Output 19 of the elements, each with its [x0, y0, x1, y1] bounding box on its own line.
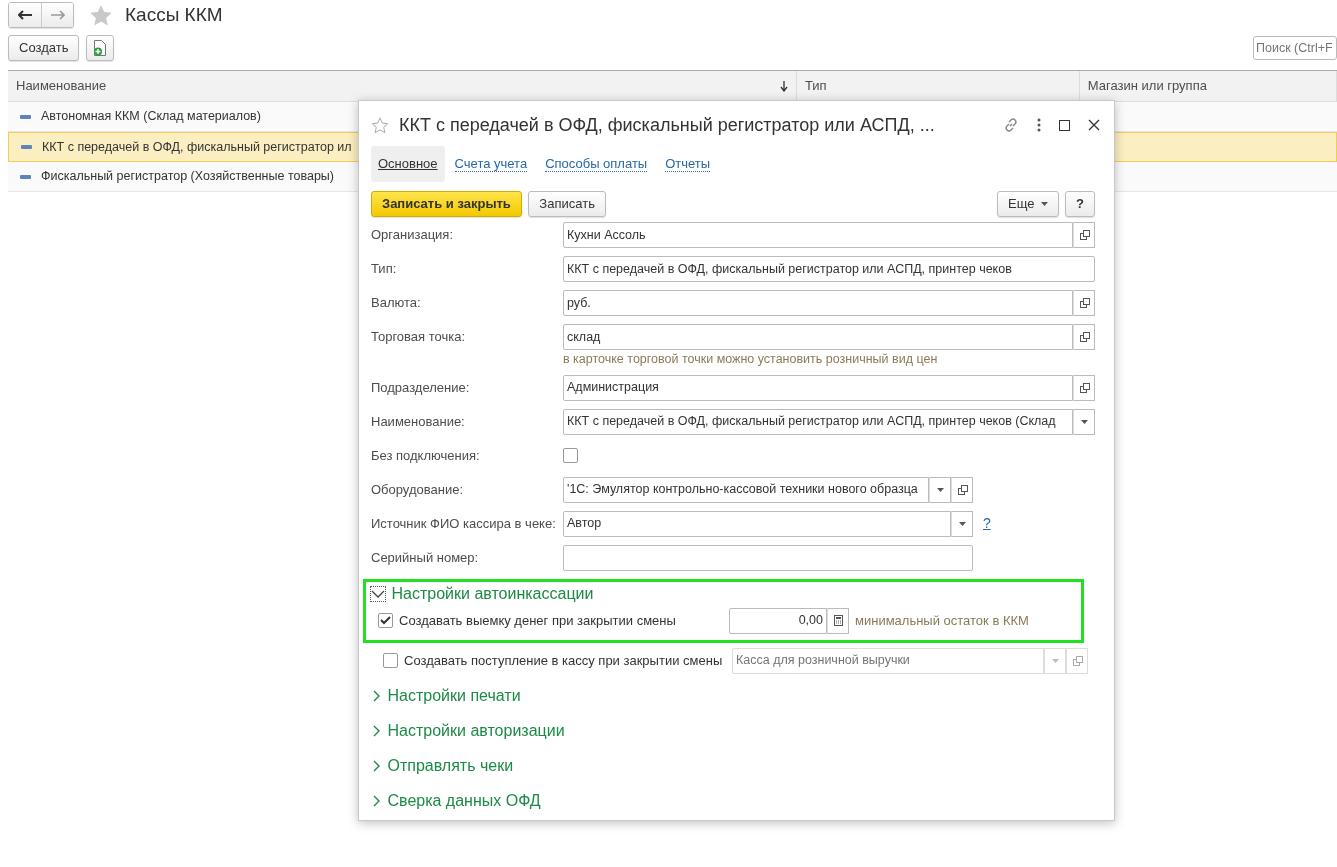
field-label: Оборудование: [371, 481, 465, 499]
field-label: Тип: [371, 260, 398, 279]
hint-text: в карточке торговой точки можно установить розничный вид цен [563, 351, 939, 368]
row-name: Автономная ККМ (Склад материалов) [41, 108, 261, 126]
field-label: Торговая точка: [371, 328, 467, 347]
dialog-title: ККТ с передачей в ОФД, фискальный регистратор или АСПД, ... [399, 113, 936, 137]
field-label: Подразделение: [371, 379, 471, 397]
field-label: Источник ФИО кассира в чеке: [371, 515, 557, 533]
checkbox-label: Создавать поступление в кассу при закрытии смены [404, 652, 724, 670]
field-label: Наименование: [371, 413, 466, 431]
field-label: Серийный номер: [371, 549, 480, 567]
field-label: Валюта: [371, 294, 422, 313]
row-name: ККТ с передачей в ОФД, фискальный регистратор ил [42, 138, 352, 156]
field-label: Организация: [371, 226, 455, 245]
field-label: Без подключения: [371, 447, 481, 465]
page-title: Кассы ККМ [125, 2, 223, 27]
field-note: минимальный остаток в ККМ [855, 612, 1029, 630]
checkbox-label: Создавать выемку денег при закрытии смены [399, 612, 677, 630]
row-name: Фискальный регистратор (Хозяйственные товары) [41, 168, 334, 186]
